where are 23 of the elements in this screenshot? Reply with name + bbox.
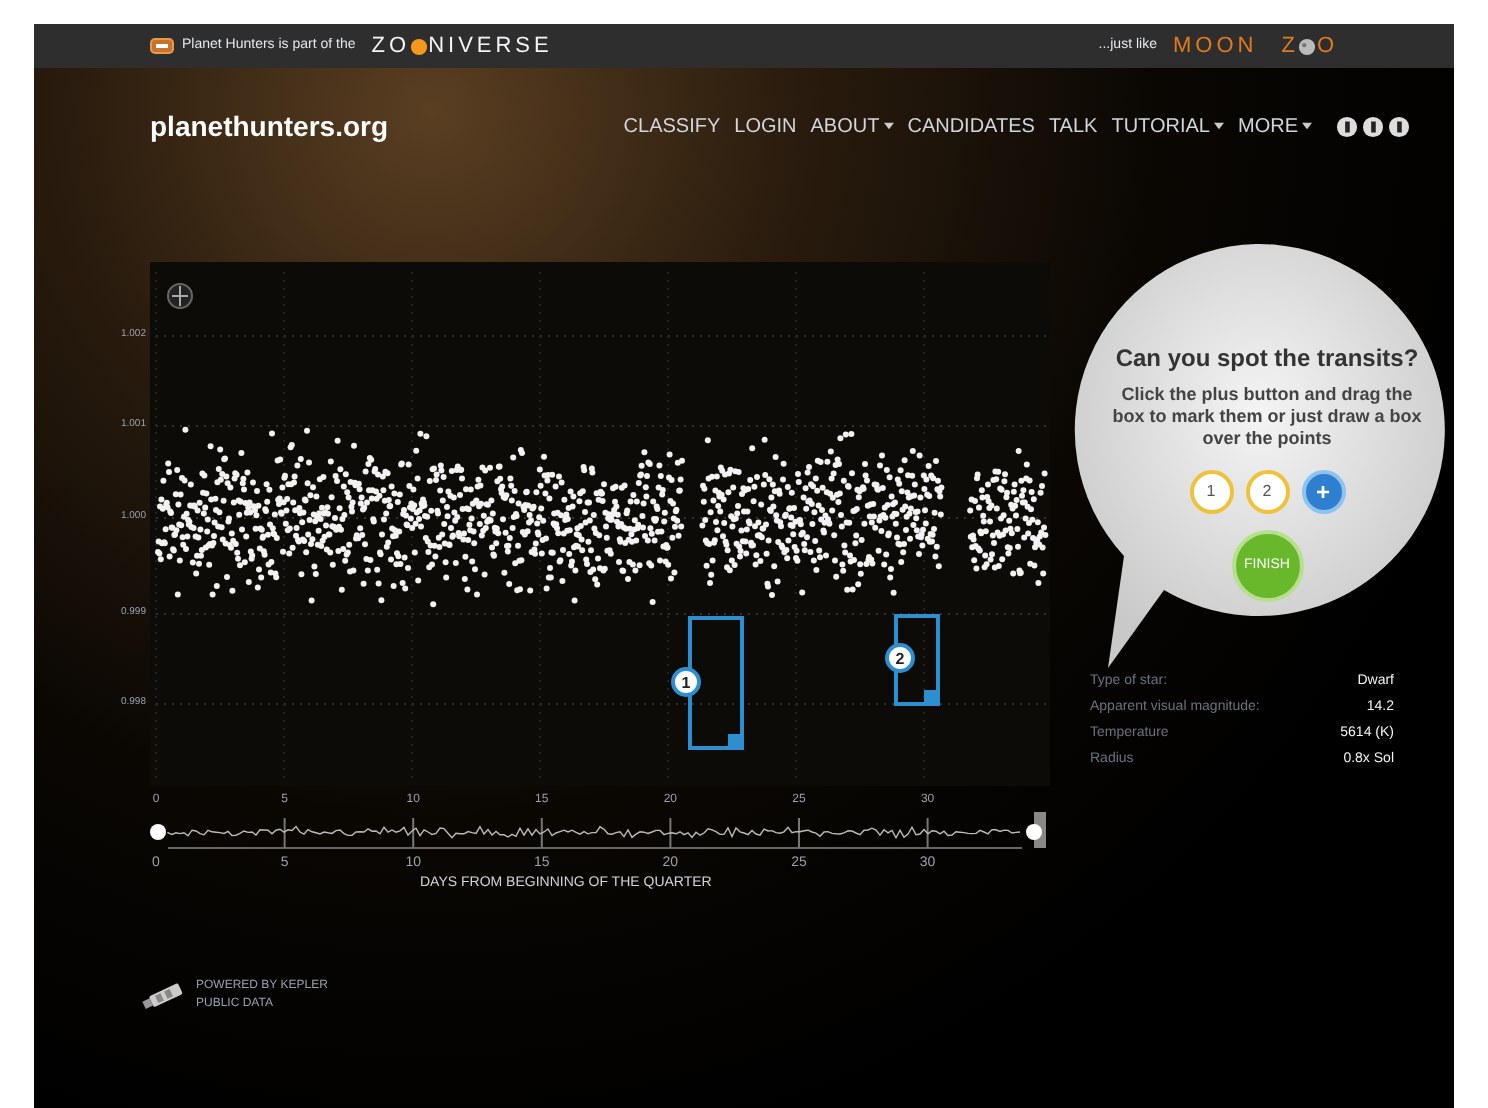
round-link-icon[interactable] xyxy=(1336,115,1358,137)
prompt-text: Click the plus button and drag the box to mark them or just draw a box over the points xyxy=(1110,384,1424,450)
nav-link[interactable]: ABOUT xyxy=(810,111,894,141)
caret-icon xyxy=(1214,122,1224,130)
round-link-icon[interactable] xyxy=(1362,115,1384,137)
nav-link[interactable]: TALK xyxy=(1048,111,1098,141)
caret-icon xyxy=(883,122,894,130)
round-link-icon[interactable] xyxy=(1388,115,1410,137)
slider-handle[interactable] xyxy=(150,824,166,840)
caret-icon xyxy=(1302,122,1312,130)
badge-icon[interactable] xyxy=(150,38,174,54)
slider-handle[interactable] xyxy=(1026,824,1042,840)
crosshair-icon[interactable] xyxy=(167,283,193,309)
nav-link[interactable]: CANDIDATES xyxy=(907,111,1035,141)
moonzoo-logo[interactable]: MOON Z O xyxy=(1172,29,1338,63)
nav-link[interactable]: LOGIN xyxy=(734,111,797,141)
nav-link[interactable]: TUTORIAL xyxy=(1111,111,1224,141)
satellite-icon xyxy=(140,982,188,1010)
site-logo[interactable]: planethunters.org xyxy=(150,105,389,147)
prompt-title: Can you spot the transits? xyxy=(1115,342,1419,376)
zooniverse-logo[interactable]: ZO NIVERSE xyxy=(371,29,553,63)
nav-link[interactable]: CLASSIFY xyxy=(623,111,721,141)
nav-link[interactable]: MORE xyxy=(1238,111,1312,141)
